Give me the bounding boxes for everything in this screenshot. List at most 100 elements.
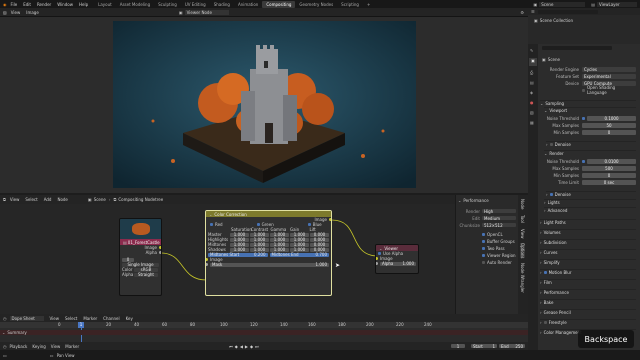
jump-end-icon[interactable]: ⏭ — [255, 344, 259, 349]
tab-sculpting[interactable]: Sculpting — [154, 1, 181, 8]
auto-render-checkbox[interactable]: Auto Render — [482, 259, 512, 265]
master-gamma[interactable]: 1.000 — [270, 232, 289, 237]
master-saturation[interactable]: 1.000 — [230, 232, 249, 237]
menu-render[interactable]: Render — [37, 2, 51, 7]
output-tab-icon[interactable]: ⎙ — [530, 70, 533, 75]
volumes-section[interactable]: › Volumes — [540, 229, 636, 235]
midtones-gain[interactable]: 1.000 — [290, 242, 309, 247]
feature-set-select[interactable]: Experimental — [582, 73, 636, 79]
scene-selector[interactable]: Scene — [539, 1, 586, 7]
dope-sheet-mode[interactable]: Dope Sheet — [9, 315, 44, 321]
play-icon[interactable]: ▶ — [245, 344, 248, 349]
menu-edit[interactable]: Edit — [23, 2, 31, 7]
image-viewer[interactable] — [0, 17, 528, 193]
viewer-image-name[interactable]: Viewer Node — [184, 9, 229, 15]
frame-start-field[interactable]: Start 1 — [471, 344, 497, 349]
tab-geometry-nodes[interactable]: Geometry Nodes — [295, 1, 337, 8]
image-frame-field[interactable]: 0 — [122, 257, 134, 262]
render-engine-select[interactable]: Cycles — [582, 66, 636, 72]
playback-menu[interactable]: Playback — [10, 344, 28, 349]
tab-scripting[interactable]: Scripting — [337, 1, 363, 8]
node-editor-type-icon[interactable]: ⧉ — [3, 197, 6, 202]
highlights-contrast[interactable]: 1.000 — [250, 237, 269, 242]
view-layer-selector[interactable]: ViewLayer — [597, 1, 637, 7]
view-layer-tab-icon[interactable]: ▤ — [530, 80, 534, 85]
image-node-filename[interactable]: 01_ForestCastle — [128, 240, 160, 245]
add-workspace-icon[interactable]: + — [363, 1, 374, 8]
alpha-mode-select[interactable]: Straight — [134, 272, 158, 277]
dope-sheet-type-icon[interactable]: ◷ — [3, 316, 7, 321]
tab-animation[interactable]: Animation — [234, 1, 262, 8]
image-node[interactable]: ▤ 01_ForestCastle Image Alpha 0 Single I… — [119, 218, 162, 296]
grease-pencil-section[interactable]: › Grease Pencil — [540, 309, 636, 315]
vp-min-samples-field[interactable]: 0 — [582, 129, 636, 135]
chunksize-select[interactable]: 512×512 — [482, 223, 516, 228]
two-pass-checkbox[interactable]: Two Pass — [482, 245, 505, 251]
dope-sheet[interactable]: 0 20 40 60 80 100 120 140 160 180 200 22… — [0, 322, 528, 342]
image-browse-icon[interactable]: ▣ — [179, 10, 183, 15]
midtones-end-field[interactable]: Midtones End 0.700 — [269, 252, 329, 257]
light-paths-section[interactable]: › Light Paths — [540, 219, 636, 225]
buffer-groups-checkbox[interactable]: Buffer Groups — [482, 238, 515, 244]
image-source-select[interactable]: Single Image — [122, 262, 159, 267]
collapse-icon[interactable]: ⌄ — [379, 246, 382, 251]
collapse-icon[interactable]: ⌄ — [209, 212, 212, 217]
keying-menu[interactable]: Keying — [32, 344, 45, 349]
lights-subsection[interactable]: › Lights — [544, 199, 636, 205]
tab-tool[interactable]: Tool — [520, 215, 525, 223]
cc-image-input-socket[interactable] — [206, 258, 208, 261]
outliner-type-icon[interactable]: ☰ — [531, 9, 535, 14]
tool-tab-icon[interactable]: ✎ — [530, 48, 533, 53]
midtones-start-field[interactable]: Midtones Start 0.200 — [208, 252, 268, 257]
time-limit-field[interactable]: 0 sec — [582, 179, 636, 185]
menu-help[interactable]: Help — [79, 2, 88, 7]
jump-start-icon[interactable]: ⏮ — [229, 344, 233, 349]
color-space-select[interactable]: sRGB — [134, 267, 158, 272]
midtones-lift[interactable]: 0.000 — [310, 242, 329, 247]
osl-checkbox[interactable]: Open Shading Language — [542, 85, 636, 95]
tab-shading[interactable]: Shading — [210, 1, 234, 8]
ds-menu-key[interactable]: Key — [126, 316, 133, 321]
node-menu-add[interactable]: Add — [44, 197, 52, 202]
cc-mask-input-socket[interactable] — [206, 263, 208, 266]
edit-quality-select[interactable]: Medium — [482, 216, 516, 221]
viewer-node[interactable]: ⌄ Viewer Use Alpha Image Alpha 1.000 — [375, 244, 419, 274]
tl-view-menu[interactable]: View — [51, 344, 61, 349]
outliner-search-field[interactable] — [537, 9, 598, 14]
view-options-icon[interactable]: ⚙ — [520, 10, 524, 15]
film-section[interactable]: › Film — [540, 279, 636, 285]
viewer-region-checkbox[interactable]: Viewer Region — [482, 252, 516, 258]
outliner[interactable]: ☰ ▣ Scene Collection — [528, 8, 640, 44]
shadows-gamma[interactable]: 1.000 — [270, 247, 289, 252]
shadows-gain[interactable]: 1.000 — [290, 247, 309, 252]
vp-denoise-subsection[interactable]: › Denoise — [546, 141, 636, 147]
timeline-type-icon[interactable]: ◷ — [3, 344, 7, 349]
shadows-contrast[interactable]: 1.000 — [250, 247, 269, 252]
freestyle-section[interactable]: › Freestyle — [540, 319, 636, 325]
summary-channel[interactable]: ⌄ Summary — [0, 330, 528, 335]
menu-file[interactable]: File — [11, 2, 18, 7]
vp-noise-threshold-field[interactable]: 0.1000 — [587, 115, 636, 121]
master-gain[interactable]: 1.000 — [290, 232, 309, 237]
render-subsection[interactable]: ⌄ Render — [544, 150, 636, 156]
sampling-section[interactable]: ⌄ Sampling — [540, 100, 636, 106]
highlights-lift[interactable]: 0.000 — [310, 237, 329, 242]
midtones-gamma[interactable]: 1.000 — [270, 242, 289, 247]
motion-blur-section[interactable]: › Motion Blur — [540, 269, 636, 275]
tab-view[interactable]: View — [520, 229, 525, 239]
ds-menu-marker[interactable]: Marker — [83, 316, 97, 321]
color-correction-node[interactable]: ⌄ Color Correction Image Red Green Blue … — [205, 210, 332, 296]
r-denoise-subsection[interactable]: › Denoise — [546, 191, 636, 197]
frame-end-field[interactable]: End 250 — [499, 344, 525, 349]
highlights-gain[interactable]: 1.000 — [290, 237, 309, 242]
midtones-saturation[interactable]: 1.000 — [230, 242, 249, 247]
highlights-saturation[interactable]: 1.000 — [230, 237, 249, 242]
image-output-socket[interactable] — [159, 246, 161, 249]
render-quality-select[interactable]: High — [482, 209, 516, 214]
tab-layout[interactable]: Layout — [94, 1, 116, 8]
shadows-saturation[interactable]: 1.000 — [230, 247, 249, 252]
tab-uv-editing[interactable]: UV Editing — [181, 1, 210, 8]
properties-search[interactable] — [542, 45, 638, 51]
alpha-output-socket[interactable] — [159, 251, 161, 254]
r-max-samples-field[interactable]: 500 — [582, 165, 636, 171]
